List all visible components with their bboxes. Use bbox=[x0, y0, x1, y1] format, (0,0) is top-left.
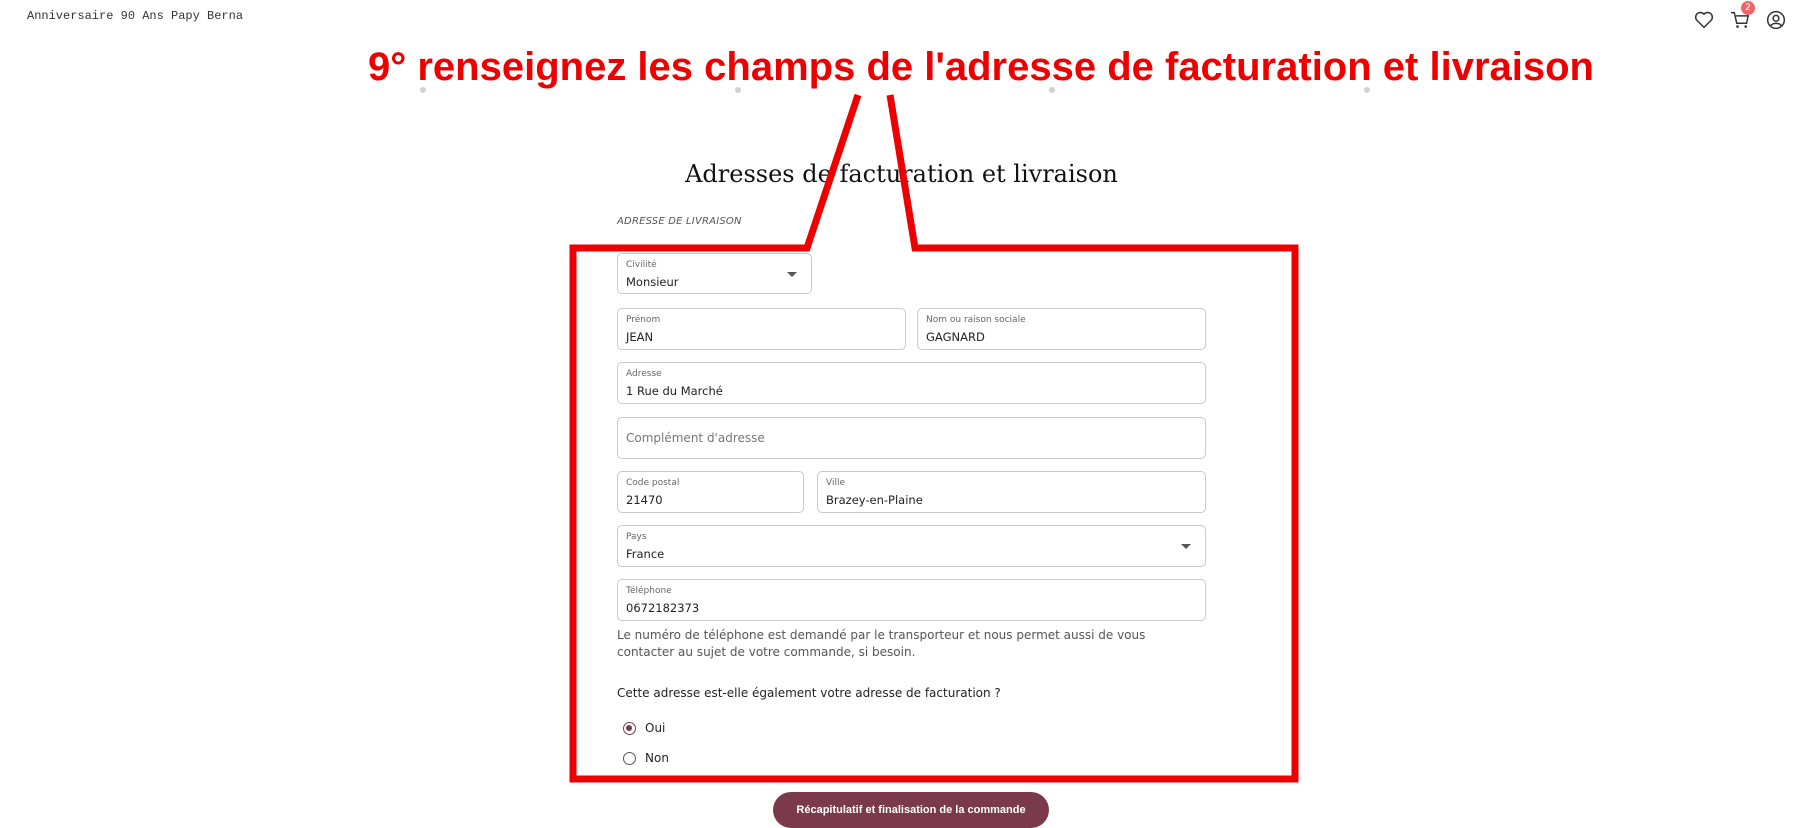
adresse-label: Adresse bbox=[626, 369, 662, 379]
chevron-down-icon bbox=[787, 272, 797, 277]
billing-question: Cette adresse est-elle également votre a… bbox=[617, 686, 1001, 700]
radio-unchecked-icon[interactable] bbox=[623, 751, 636, 765]
cart-icon[interactable]: 2 bbox=[1727, 1, 1755, 33]
telephone-field[interactable]: Téléphone 0672182373 bbox=[617, 579, 1206, 621]
civilite-value: Monsieur bbox=[626, 275, 679, 289]
billing-option-oui[interactable]: Oui bbox=[623, 721, 665, 735]
code-postal-label: Code postal bbox=[626, 478, 680, 488]
phone-help-text: Le numéro de téléphone est demandé par l… bbox=[617, 628, 1146, 659]
adresse-field[interactable]: Adresse 1 Rue du Marché bbox=[617, 362, 1206, 404]
ville-value: Brazey-en-Plaine bbox=[826, 493, 923, 507]
complement-placeholder: Complément d'adresse bbox=[626, 431, 765, 445]
nom-label: Nom ou raison sociale bbox=[926, 315, 1026, 325]
nom-value: GAGNARD bbox=[926, 330, 985, 344]
document-title: Anniversaire 90 Ans Papy Berna bbox=[27, 9, 244, 23]
telephone-value: 0672182373 bbox=[626, 601, 700, 615]
nom-field[interactable]: Nom ou raison sociale GAGNARD bbox=[917, 308, 1206, 350]
ville-label: Ville bbox=[826, 478, 845, 488]
annotation-text: 9° renseignez les champs de l'adresse de… bbox=[368, 45, 1594, 89]
complement-adresse-field[interactable]: Complément d'adresse bbox=[617, 417, 1206, 459]
code-postal-field[interactable]: Code postal 21470 bbox=[617, 471, 804, 513]
prenom-value: JEAN bbox=[626, 330, 654, 344]
cart-count-badge: 2 bbox=[1741, 1, 1755, 15]
ville-field[interactable]: Ville Brazey-en-Plaine bbox=[817, 471, 1206, 513]
account-icon[interactable] bbox=[1763, 7, 1789, 33]
billing-option-non[interactable]: Non bbox=[623, 751, 669, 765]
pays-select[interactable]: Pays France bbox=[617, 525, 1206, 567]
billing-option-label: Oui bbox=[645, 721, 666, 735]
heart-icon[interactable] bbox=[1691, 7, 1717, 33]
adresse-value: 1 Rue du Marché bbox=[626, 384, 723, 398]
section-label: ADRESSE DE LIVRAISON bbox=[617, 216, 742, 227]
prenom-label: Prénom bbox=[626, 315, 661, 325]
header-icons: 2 bbox=[1691, 1, 1789, 33]
code-postal-value: 21470 bbox=[626, 493, 663, 507]
recap-finalize-button[interactable]: Récapitulatif et finalisation de la comm… bbox=[773, 792, 1049, 828]
page-title: Adresses de facturation et livraison bbox=[685, 160, 1118, 188]
pays-label: Pays bbox=[626, 532, 647, 542]
civilite-select[interactable]: Civilité Monsieur bbox=[617, 253, 812, 294]
radio-checked-icon[interactable] bbox=[623, 721, 636, 735]
chevron-down-icon bbox=[1181, 544, 1191, 549]
pays-value: France bbox=[626, 547, 665, 561]
civilite-label: Civilité bbox=[626, 260, 657, 270]
prenom-field[interactable]: Prénom JEAN bbox=[617, 308, 906, 350]
telephone-label: Téléphone bbox=[626, 586, 672, 596]
billing-option-label: Non bbox=[645, 751, 669, 765]
